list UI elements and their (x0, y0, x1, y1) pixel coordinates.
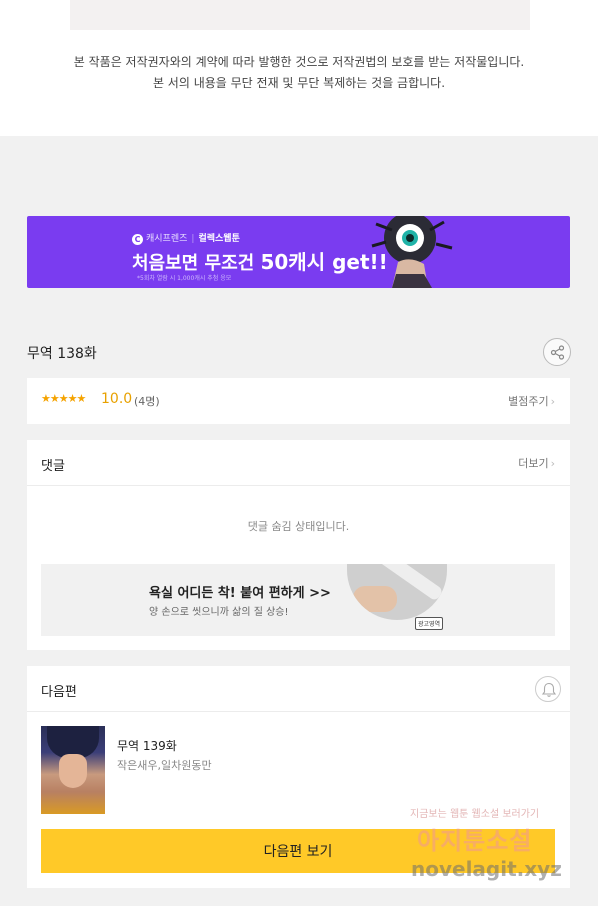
share-button[interactable] (543, 338, 571, 366)
copyright-line-2: 본 서의 내용을 무단 전재 및 무단 복제하는 것을 금합니다. (152, 76, 446, 90)
next-episode-card: 다음편 무역 139화 작은새우,일차원동만 다음편 보기 (27, 666, 570, 888)
episode-title: 무역 138화 (27, 346, 97, 362)
rating-card: ★★★★★ 10.0 (4명) 별점주기 › (27, 378, 570, 424)
thumbnail-face-shape (59, 754, 87, 788)
share-icon (550, 345, 565, 360)
next-episode-header: 다음편 (27, 666, 570, 712)
comments-header: 댓글 더보기 › (27, 440, 570, 486)
ad-banner[interactable]: 욕실 어디든 착! 붙여 편하게 >> 양 손으로 씻으니까 삶의 질 상승! … (41, 564, 555, 636)
next-episode-title[interactable]: 무역 139화 (117, 737, 177, 754)
copyright-line-1: 본 작품은 저작권자와의 계약에 따라 발행한 것으로 저작권법의 보호를 받는… (73, 55, 525, 69)
banner-headline: 처음보면 무조건 50캐시 get!! (132, 246, 388, 275)
ad-subtitle: 양 손으로 씻으니까 삶의 질 상승! (149, 607, 289, 618)
cash-friends-logo-icon: C (132, 234, 143, 245)
comments-more-button[interactable]: 더보기 › (518, 455, 555, 471)
copyright-section: 본 작품은 저작권자와의 계약에 따라 발행한 것으로 저작권법의 보호를 받는… (0, 0, 598, 136)
chevron-right-icon: › (550, 457, 555, 470)
ad-badge: 광고영역 (415, 617, 444, 630)
bell-icon (541, 682, 557, 697)
copyright-notice: 본 작품은 저작권자와의 계약에 따라 발행한 것으로 저작권법의 보호를 받는… (0, 52, 598, 94)
next-episode-button[interactable]: 다음편 보기 (41, 829, 555, 873)
next-episode-heading: 다음편 (41, 685, 77, 700)
rating-stars: ★★★★★ (41, 392, 86, 405)
banner-brand-divider: | (191, 234, 195, 244)
comments-card: 댓글 더보기 › 댓글 숨김 상태입니다. 욕실 어디든 착! 붙여 편하게 >>… (27, 440, 570, 650)
ad-product-image (347, 564, 447, 620)
comments-title: 댓글 (41, 459, 65, 474)
rate-button-label: 별점주기 (508, 395, 549, 408)
comments-more-label: 더보기 (518, 457, 549, 470)
banner-brand-sub: 컬렉스웹툰 (198, 234, 240, 244)
banner-brand: C 캐시프렌즈 | 컬렉스웹툰 (132, 231, 240, 245)
chevron-right-icon: › (550, 395, 555, 408)
rating-score: 10.0 (101, 391, 133, 407)
promo-banner[interactable]: C 캐시프렌즈 | 컬렉스웹툰 처음보면 무조건 50캐시 get!! *5회차 열람… (27, 216, 570, 288)
notify-button[interactable] (535, 676, 561, 702)
banner-headline-prefix: 처음보면 무조건 (132, 253, 255, 274)
ad-title: 욕실 어디든 착! 붙여 편하게 >> (149, 586, 331, 601)
previous-page-image (70, 0, 530, 30)
banner-character-art (371, 216, 453, 288)
ad-hand-shape (353, 586, 397, 612)
next-episode-author: 작은새우,일차원동만 (117, 759, 212, 772)
rating-count: (4명) (134, 395, 160, 408)
banner-fine-print: *5회차 열람 시 1,000캐시 추첨 응모 (137, 275, 232, 282)
next-episode-thumbnail[interactable] (41, 726, 105, 814)
banner-brand-name: 캐시프렌즈 (146, 234, 188, 244)
comments-hidden-message: 댓글 숨김 상태입니다. (247, 520, 350, 533)
rate-button[interactable]: 별점주기 › (508, 393, 555, 409)
